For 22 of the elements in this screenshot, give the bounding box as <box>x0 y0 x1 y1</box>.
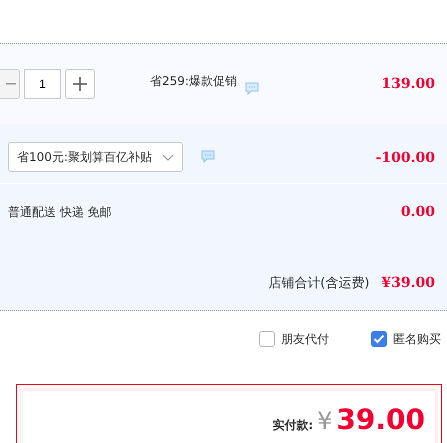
option-label: 匿名购买 <box>393 330 441 348</box>
item-price: 139.00 <box>381 76 435 92</box>
store-total-label: 店铺合计(含运费) <box>268 275 370 292</box>
currency-symbol: ¥ <box>317 407 332 435</box>
promotion-text: 省259:爆款促销 <box>150 73 237 90</box>
chevron-down-icon <box>162 154 174 160</box>
quantity-field[interactable]: 1 <box>24 69 61 99</box>
increase-button[interactable] <box>65 69 95 99</box>
checkbox[interactable] <box>371 331 387 347</box>
payment-label: 实付款: <box>272 417 314 434</box>
comment-icon[interactable] <box>244 82 259 94</box>
option-label: 朋友代付 <box>281 330 329 348</box>
checkbox[interactable] <box>259 331 275 347</box>
discount-amount: -100.00 <box>376 150 435 166</box>
plus-icon <box>72 76 88 92</box>
minus-icon <box>6 83 16 85</box>
shipping-fee: 0.00 <box>400 204 435 220</box>
discount-dropdown[interactable]: 省100元:聚划算百亿补贴 <box>8 142 183 172</box>
comment-icon[interactable] <box>200 150 215 163</box>
shipping-method: 普通配送 快递 免邮 <box>8 204 112 220</box>
store-total-amount: ¥39.00 <box>381 275 435 291</box>
payment-amount: 39.00 <box>336 403 425 436</box>
